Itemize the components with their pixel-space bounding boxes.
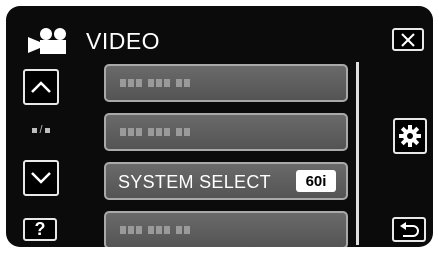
menu-item-placeholder-text: [120, 128, 190, 136]
help-button[interactable]: ?: [23, 218, 57, 241]
gear-icon: [399, 125, 421, 147]
menu-item-placeholder[interactable]: [104, 113, 348, 151]
menu-item-placeholder[interactable]: [104, 64, 348, 102]
back-button[interactable]: [392, 217, 426, 242]
menu-item-value-badge: 60i: [296, 170, 336, 192]
close-icon: [401, 32, 415, 47]
video-camera-icon: [22, 26, 76, 56]
settings-button[interactable]: [393, 118, 427, 154]
page-indicator-slash: /: [39, 124, 43, 136]
menu-item-placeholder-text: [120, 79, 190, 87]
menu-item-system-select[interactable]: SYSTEM SELECT 60i: [104, 162, 348, 200]
page-indicator-dot: [32, 128, 38, 133]
page-title: VIDEO: [86, 28, 161, 54]
menu-item-label: SYSTEM SELECT: [118, 172, 271, 192]
page-indicator: /: [25, 125, 57, 136]
scroll-up-button[interactable]: [23, 69, 59, 105]
return-icon: [400, 221, 419, 237]
scroll-down-button[interactable]: [23, 160, 59, 196]
scrollbar[interactable]: [356, 62, 359, 245]
chevron-up-icon: [31, 81, 51, 93]
menu-item-placeholder[interactable]: [104, 211, 348, 247]
chevron-down-icon: [31, 172, 51, 184]
close-button[interactable]: [392, 28, 424, 51]
page-indicator-dot: [44, 128, 50, 133]
menu-screen: VIDEO / ? SYSTEM SELECT 60i: [6, 6, 433, 247]
menu-item-placeholder-text: [120, 226, 190, 234]
